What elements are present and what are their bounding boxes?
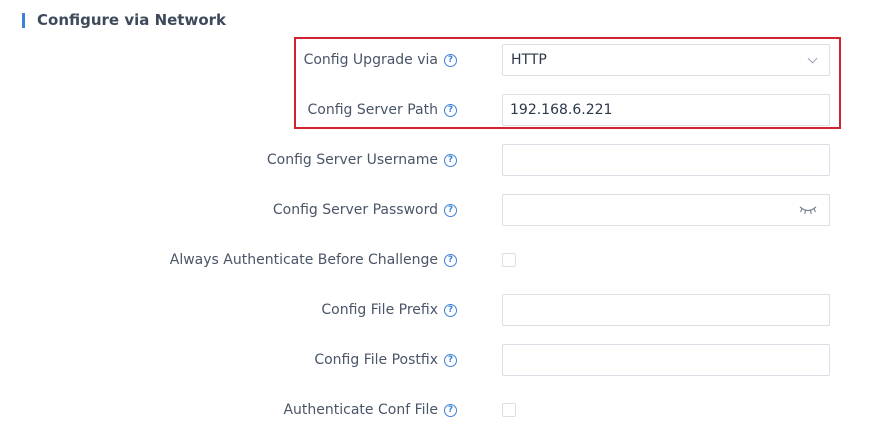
help-icon[interactable]: ? xyxy=(444,353,457,367)
help-icon[interactable]: ? xyxy=(444,303,457,317)
config-server-username-field-wrapper xyxy=(502,144,830,176)
label-config-file-postfix: Config File Postfix xyxy=(314,352,438,368)
config-server-username-input[interactable] xyxy=(503,145,800,175)
eye-closed-icon[interactable] xyxy=(799,204,817,216)
section-header: Configure via Network xyxy=(22,9,226,31)
config-server-password-field-wrapper xyxy=(502,194,830,226)
help-icon[interactable]: ? xyxy=(444,53,457,67)
label-config-server-password: Config Server Password xyxy=(272,202,438,218)
config-file-prefix-field-wrapper xyxy=(502,294,830,326)
help-icon[interactable]: ? xyxy=(444,103,457,117)
form-row-config-server-path: Config Server Path ? xyxy=(0,94,887,126)
section-accent-bar xyxy=(22,12,25,28)
form-row-config-file-prefix: Config File Prefix ? xyxy=(0,294,887,326)
config-file-postfix-input[interactable] xyxy=(503,345,800,375)
form-row-config-upgrade-via: Config Upgrade via ? HTTP xyxy=(0,44,887,76)
form-row-config-server-password: Config Server Password ? xyxy=(0,194,887,226)
config-server-path-input[interactable] xyxy=(503,95,800,125)
form-row-config-file-postfix: Config File Postfix ? xyxy=(0,344,887,376)
label-always-authenticate: Always Authenticate Before Challenge xyxy=(169,252,438,268)
help-icon[interactable]: ? xyxy=(444,203,457,217)
section-title: Configure via Network xyxy=(37,11,227,29)
label-config-server-username: Config Server Username xyxy=(266,152,438,168)
config-upgrade-via-value: HTTP xyxy=(511,52,547,68)
form-row-config-server-username: Config Server Username ? xyxy=(0,144,887,176)
config-upgrade-via-select[interactable]: HTTP xyxy=(502,44,830,76)
label-config-upgrade-via: Config Upgrade via xyxy=(303,52,438,68)
chevron-down-icon xyxy=(807,53,818,64)
config-file-prefix-input[interactable] xyxy=(503,295,800,325)
config-file-postfix-field-wrapper xyxy=(502,344,830,376)
label-config-server-path: Config Server Path xyxy=(307,102,438,118)
help-icon[interactable]: ? xyxy=(444,403,457,417)
help-icon[interactable]: ? xyxy=(444,153,457,167)
always-authenticate-checkbox[interactable] xyxy=(502,253,516,267)
help-icon[interactable]: ? xyxy=(444,253,457,267)
form-row-authenticate-conf-file: Authenticate Conf File ? xyxy=(0,394,887,426)
label-authenticate-conf-file: Authenticate Conf File xyxy=(283,402,438,418)
config-server-password-input[interactable] xyxy=(503,195,800,225)
label-config-file-prefix: Config File Prefix xyxy=(321,302,438,318)
authenticate-conf-file-checkbox[interactable] xyxy=(502,403,516,417)
config-server-path-field-wrapper xyxy=(502,94,830,126)
form-row-always-authenticate: Always Authenticate Before Challenge ? xyxy=(0,244,887,276)
